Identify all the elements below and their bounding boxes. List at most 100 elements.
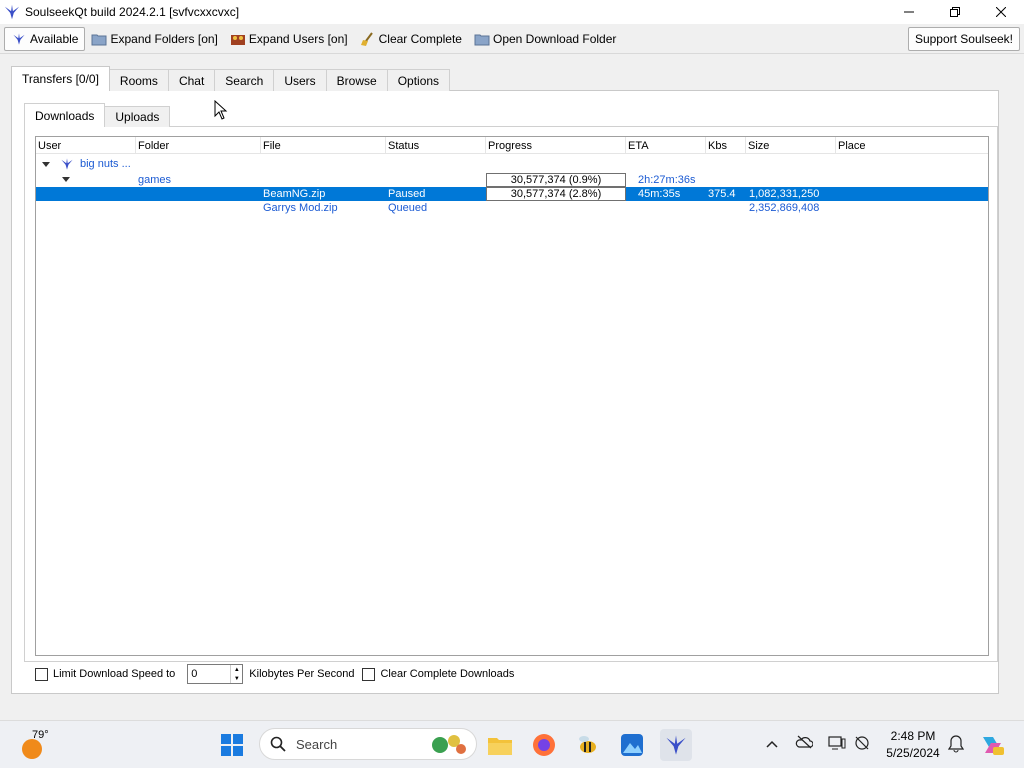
tab-browse[interactable]: Browse xyxy=(325,69,388,91)
eta-value: 2h:27m:36s xyxy=(638,174,696,186)
folder-row[interactable]: games 30,577,374 (0.9%) 2h:27m:36s xyxy=(36,173,988,187)
broom-icon xyxy=(360,31,373,46)
user-row[interactable]: big nuts ... xyxy=(36,157,988,171)
limit-speed-checkbox[interactable] xyxy=(35,667,48,681)
photos-button[interactable] xyxy=(616,729,648,761)
tab-options[interactable]: Options xyxy=(386,69,451,91)
search-icon xyxy=(270,736,286,752)
soulseek-bird-icon xyxy=(13,32,25,45)
clock-time: 2:48 PM xyxy=(890,729,936,743)
table-header: User Folder File Status Progress ETA Kbs… xyxy=(36,137,988,154)
table-row[interactable]: Garrys Mod.zip Queued 2,352,869,408 xyxy=(36,201,988,215)
start-button[interactable] xyxy=(216,729,248,761)
folder-icon xyxy=(91,34,107,45)
progress-bar: 30,577,374 (0.9%) xyxy=(486,173,626,187)
tab-transfers[interactable]: Transfers [0/0] xyxy=(11,66,110,91)
sub-tab-bar: Downloads Uploads xyxy=(24,103,171,127)
column-header-size[interactable]: Size xyxy=(746,137,836,154)
soulseek-taskbar-button[interactable] xyxy=(660,729,692,761)
mouse-cursor-icon xyxy=(214,100,228,120)
copilot-icon xyxy=(983,737,1004,755)
column-header-status[interactable]: Status xyxy=(386,137,486,154)
onedrive-icon[interactable] xyxy=(795,735,814,752)
speed-limit-value[interactable]: 0 xyxy=(188,665,230,683)
folder-icon xyxy=(488,738,512,755)
tab-uploads[interactable]: Uploads xyxy=(104,106,171,127)
size-value: 1,082,331,250 xyxy=(749,188,820,200)
clear-complete-downloads-label: Clear Complete Downloads xyxy=(380,668,515,680)
speed-unit-label: Kilobytes Per Second xyxy=(249,668,355,680)
tab-chat[interactable]: Chat xyxy=(167,69,216,91)
column-header-eta[interactable]: ETA xyxy=(626,137,706,154)
firefox-icon xyxy=(533,734,555,756)
kbs-value: 375.4 xyxy=(708,188,736,200)
clear-complete-button[interactable]: Clear Complete xyxy=(354,27,468,51)
toolbar: Available Expand Folders [on] Expand Use… xyxy=(0,24,1024,54)
support-soulseek-button[interactable]: Support Soulseek! xyxy=(907,27,1020,51)
size-value: 2,352,869,408 xyxy=(749,202,820,214)
soulseek-bird-icon xyxy=(666,735,686,755)
close-button[interactable] xyxy=(978,0,1024,24)
column-header-progress[interactable]: Progress xyxy=(486,137,626,154)
collapse-arrow-icon[interactable] xyxy=(42,162,50,167)
collapse-arrow-icon[interactable] xyxy=(62,177,70,182)
expand-folders-button[interactable]: Expand Folders [on] xyxy=(85,27,223,51)
firefox-button[interactable] xyxy=(528,729,560,761)
available-label: Available xyxy=(30,31,79,46)
table-row[interactable]: BeamNG.zip Paused 30,577,374 (2.8%) 45m:… xyxy=(36,187,988,201)
stepper-down-icon[interactable]: ▼ xyxy=(231,674,242,683)
user-name: big nuts ... xyxy=(80,158,131,170)
downloads-table[interactable]: User Folder File Status Progress ETA Kbs… xyxy=(35,136,989,656)
tab-rooms[interactable]: Rooms xyxy=(108,69,169,91)
show-hidden-icons-icon[interactable] xyxy=(766,735,778,751)
window-title: SoulseekQt build 2024.2.1 [svfvcxxcvxc] xyxy=(25,5,240,19)
file-explorer-button[interactable] xyxy=(484,729,516,761)
file-name: Garrys Mod.zip xyxy=(263,202,338,214)
clear-complete-downloads-checkbox[interactable] xyxy=(362,667,376,681)
column-header-user[interactable]: User xyxy=(36,137,136,154)
expand-users-button[interactable]: Expand Users [on] xyxy=(224,27,354,51)
users-icon xyxy=(230,34,245,45)
windows-logo-icon xyxy=(221,734,243,756)
column-header-file[interactable]: File xyxy=(261,137,386,154)
minimize-icon xyxy=(904,11,914,13)
column-header-place[interactable]: Place xyxy=(836,137,988,154)
status-value: Queued xyxy=(388,202,428,214)
clear-complete-label: Clear Complete xyxy=(378,31,462,46)
column-header-folder[interactable]: Folder xyxy=(136,137,261,154)
status-value: Paused xyxy=(388,188,426,200)
taskbar-search[interactable]: Search xyxy=(259,728,477,760)
available-button[interactable]: Available xyxy=(4,26,86,51)
photos-icon xyxy=(621,734,643,756)
open-download-folder-button[interactable]: Open Download Folder xyxy=(468,27,622,51)
restore-button[interactable] xyxy=(932,0,978,24)
stepper-up-icon[interactable]: ▲ xyxy=(231,665,242,674)
file-name: BeamNG.zip xyxy=(263,188,326,200)
restore-icon xyxy=(950,7,960,17)
display-icon[interactable] xyxy=(828,735,846,754)
copilot-button[interactable] xyxy=(976,729,1008,761)
minimize-button[interactable] xyxy=(886,0,932,24)
tab-downloads[interactable]: Downloads xyxy=(24,103,106,127)
expand-folders-label: Expand Folders [on] xyxy=(110,31,218,46)
window-controls xyxy=(886,0,1024,24)
speed-limit-stepper[interactable]: 0 ▲ ▼ xyxy=(187,664,244,684)
folder-icon xyxy=(474,34,490,45)
column-header-kbs[interactable]: Kbs xyxy=(706,137,746,154)
network-icon[interactable] xyxy=(854,735,870,754)
clock[interactable]: 2:48 PM 5/25/2024 xyxy=(880,728,946,762)
main-tab-bar: Transfers [0/0] Rooms Chat Search Users … xyxy=(11,66,451,91)
stepper-arrows: ▲ ▼ xyxy=(230,665,242,683)
tab-search[interactable]: Search xyxy=(214,69,275,91)
bee-icon xyxy=(579,736,596,753)
folder-name: games xyxy=(138,174,172,186)
clock-date: 5/25/2024 xyxy=(886,746,940,760)
notifications-bell-icon[interactable] xyxy=(947,735,965,756)
download-options-bar: Limit Download Speed to 0 ▲ ▼ Kilobytes … xyxy=(35,664,514,684)
temperature: 79° xyxy=(32,729,49,741)
tab-users[interactable]: Users xyxy=(273,69,327,91)
bee-app-button[interactable] xyxy=(572,729,604,761)
soulseek-bird-icon xyxy=(4,4,20,20)
limit-speed-label: Limit Download Speed to xyxy=(53,668,176,680)
close-icon xyxy=(996,7,1006,17)
